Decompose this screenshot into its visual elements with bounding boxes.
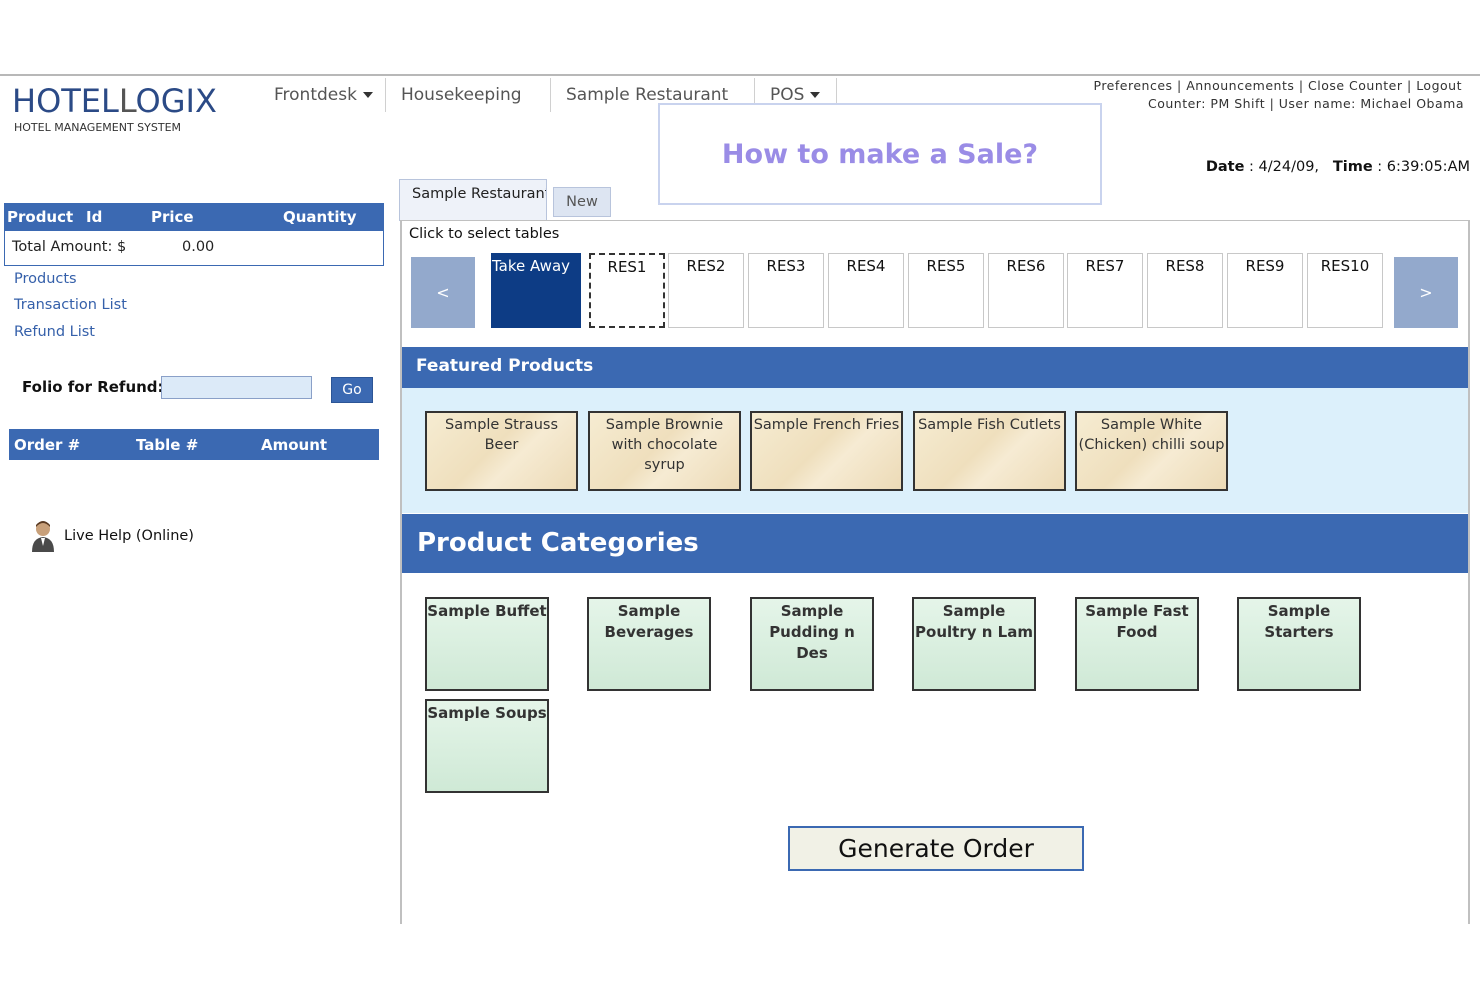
column-header: Amount xyxy=(261,436,328,454)
table-res2[interactable]: RES2 xyxy=(668,253,744,328)
product-categories-header: Product Categories xyxy=(402,514,1468,573)
column-header: Order # xyxy=(14,436,81,454)
table-label: RES4 xyxy=(846,257,886,275)
featured-product-card[interactable]: Sample White (Chicken) chilli soup xyxy=(1075,411,1228,491)
prev-tables-button[interactable]: < xyxy=(411,257,475,328)
table-label: RES3 xyxy=(766,257,806,275)
live-help-link[interactable]: Live Help (Online) xyxy=(30,520,194,552)
featured-product-card[interactable]: Sample Fish Cutlets xyxy=(913,411,1066,491)
table-res6[interactable]: RES6 xyxy=(988,253,1064,328)
table-label: RES8 xyxy=(1165,257,1205,275)
nav-label: Frontdesk xyxy=(274,85,357,105)
nav-housekeeping[interactable]: Housekeeping xyxy=(401,85,522,105)
next-tables-button[interactable]: > xyxy=(1394,257,1458,328)
category-card[interactable]: Sample Starters xyxy=(1237,597,1361,691)
column-header: Price xyxy=(151,208,194,226)
table-label: RES9 xyxy=(1245,257,1285,275)
transaction-list-link[interactable]: Transaction List xyxy=(14,297,127,313)
nav-divider xyxy=(385,78,386,112)
date-value: 4/24/09, xyxy=(1258,159,1320,175)
tab-label: New xyxy=(566,194,598,210)
table-label: RES2 xyxy=(686,257,726,275)
nav-frontdesk[interactable]: Frontdesk xyxy=(274,85,373,105)
category-card[interactable]: Sample Fast Food xyxy=(1075,597,1199,691)
date-label: Date xyxy=(1205,159,1245,175)
time-label: Time xyxy=(1332,159,1373,175)
table-res8[interactable]: RES8 xyxy=(1147,253,1223,328)
generate-order-button[interactable]: Generate Order xyxy=(788,826,1084,871)
logo-subtitle: HOTEL MANAGEMENT SYSTEM xyxy=(14,121,182,134)
category-card[interactable]: Sample Pudding n Des xyxy=(750,597,874,691)
top-links: Preferences | Announcements | Close Coun… xyxy=(1093,78,1462,93)
nav-label: Housekeeping xyxy=(401,85,522,105)
table-label: RES6 xyxy=(1006,257,1046,275)
logo: HOTELLOGIX xyxy=(12,82,217,120)
product-table-header: Product Id Price Quantity xyxy=(4,203,384,231)
table-res10[interactable]: RES10 xyxy=(1307,253,1383,328)
featured-product-card[interactable]: Sample Strauss Beer xyxy=(425,411,578,491)
section-title: Product Categories xyxy=(417,528,699,558)
featured-product-card[interactable]: Sample French Fries xyxy=(750,411,903,491)
table-label: RES5 xyxy=(926,257,966,275)
table-label: RES7 xyxy=(1085,257,1125,275)
preferences-link[interactable]: Preferences xyxy=(1094,78,1173,93)
total-value: 0.00 xyxy=(182,239,215,255)
tab-sample-restaurant[interactable]: Sample Restaurant xyxy=(399,179,547,221)
column-header: Quantity xyxy=(283,208,357,226)
category-card[interactable]: Sample Poultry n Lam xyxy=(912,597,1036,691)
nav-sample-restaurant[interactable]: Sample Restaurant xyxy=(566,85,728,105)
table-res9[interactable]: RES9 xyxy=(1227,253,1303,328)
nav-label: POS xyxy=(770,85,805,105)
folio-label: Folio for Refund: xyxy=(22,378,164,396)
category-card[interactable]: Sample Buffet xyxy=(425,597,549,691)
category-card[interactable]: Sample Beverages xyxy=(587,597,711,691)
refund-list-link[interactable]: Refund List xyxy=(14,324,95,340)
table-res4[interactable]: RES4 xyxy=(828,253,904,328)
header-divider xyxy=(0,74,1480,76)
column-header: Table # xyxy=(136,436,199,454)
chevron-down-icon xyxy=(362,92,373,98)
howto-banner[interactable]: How to make a Sale? xyxy=(658,103,1102,205)
table-label: RES1 xyxy=(607,258,647,276)
time-value: 6:39:05:AM xyxy=(1386,159,1470,175)
live-help-label: Live Help (Online) xyxy=(64,528,194,544)
table-instruction: Click to select tables xyxy=(409,226,560,242)
products-link[interactable]: Products xyxy=(14,271,77,287)
table-res7[interactable]: RES7 xyxy=(1067,253,1143,328)
go-button[interactable]: Go xyxy=(331,377,373,403)
table-res5[interactable]: RES5 xyxy=(908,253,984,328)
nav-label: Sample Restaurant xyxy=(566,85,729,105)
table-label: Take Away xyxy=(492,257,571,275)
counter-info: Counter: PM Shift | User name: Michael O… xyxy=(1147,96,1464,111)
featured-product-card[interactable]: Sample Brownie with chocolate syrup xyxy=(588,411,741,491)
column-header: Product xyxy=(7,208,74,226)
category-card[interactable]: Sample Soups xyxy=(425,699,549,793)
table-take-away[interactable]: Take Away xyxy=(491,253,581,328)
folio-input[interactable] xyxy=(161,376,312,399)
table-res3[interactable]: RES3 xyxy=(748,253,824,328)
chevron-down-icon xyxy=(810,92,821,98)
logout-link[interactable]: Logout xyxy=(1416,78,1462,93)
total-amount-row: Total Amount: $ 0.00 xyxy=(4,231,384,266)
table-label: RES10 xyxy=(1320,257,1370,275)
announcements-link[interactable]: Announcements xyxy=(1186,78,1294,93)
table-res1[interactable]: RES1 xyxy=(589,253,665,328)
order-table-header: Order # Table # Amount xyxy=(9,429,379,460)
howto-title: How to make a Sale? xyxy=(721,138,1039,170)
chevron-right-icon: > xyxy=(1419,283,1433,302)
column-header: Id xyxy=(86,208,103,226)
support-agent-icon xyxy=(32,521,54,552)
chevron-left-icon: < xyxy=(436,283,450,302)
close-counter-link[interactable]: Close Counter xyxy=(1308,78,1402,93)
nav-pos[interactable]: POS xyxy=(770,85,821,105)
nav-divider xyxy=(550,78,551,112)
total-label: Total Amount: $ xyxy=(12,239,127,255)
date-time: Date : 4/24/09, Time : 6:39:05:AM xyxy=(1205,159,1470,175)
featured-products-header: Featured Products xyxy=(402,347,1468,388)
tab-new[interactable]: New xyxy=(553,187,611,217)
section-title: Featured Products xyxy=(416,356,594,376)
